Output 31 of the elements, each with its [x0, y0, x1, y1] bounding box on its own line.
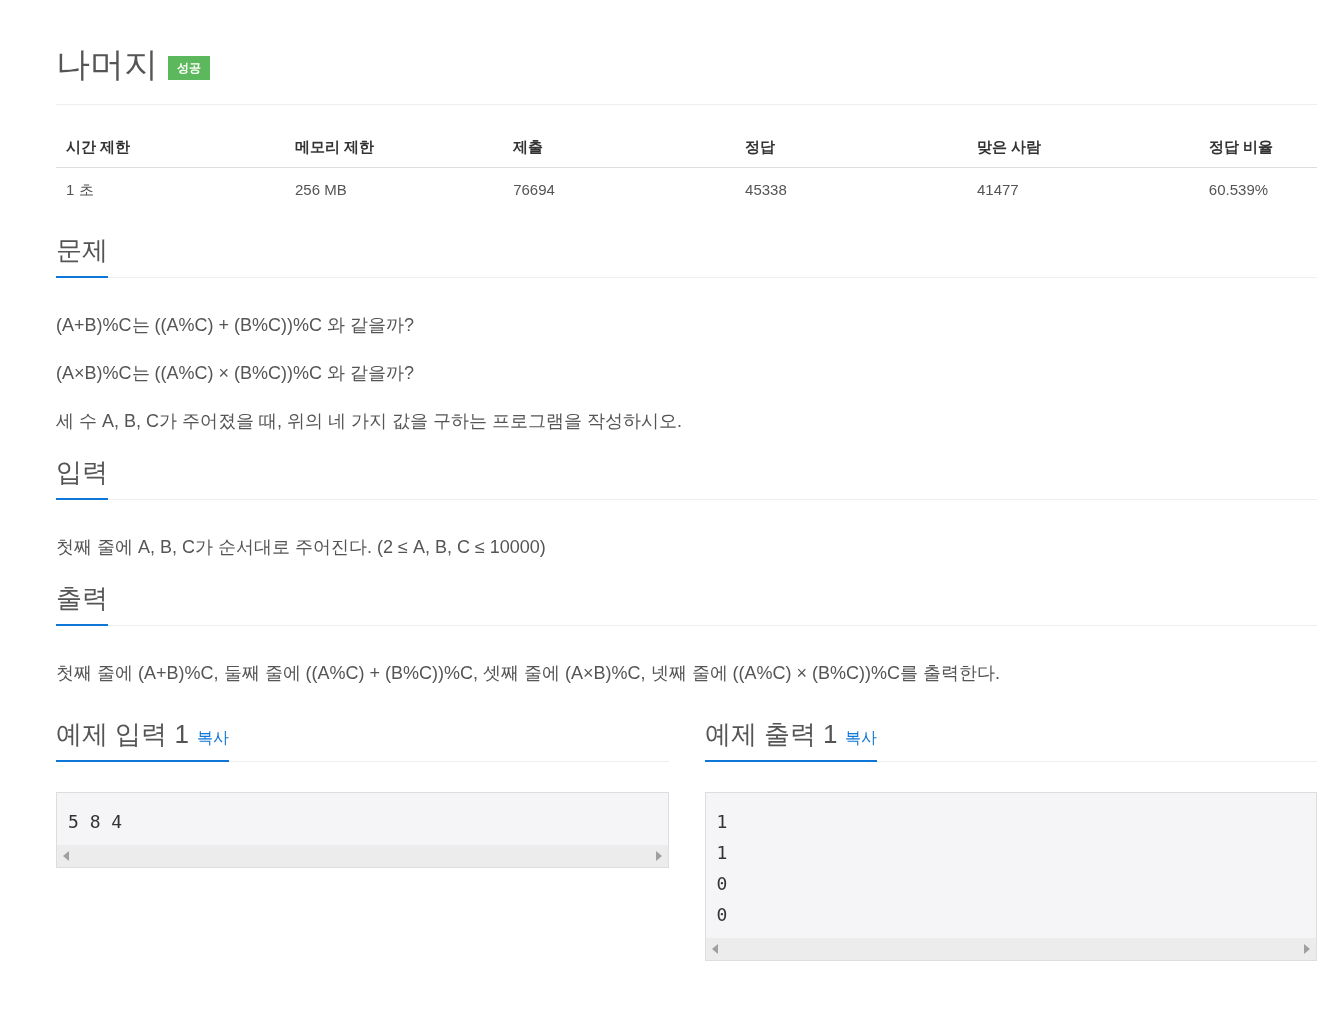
problem-text: 세 수 A, B, C가 주어졌을 때, 위의 네 가지 값을 구하는 프로그램을 작성하시오.	[56, 410, 684, 433]
section-heading: 출력	[56, 580, 108, 626]
table-cell: 1 초	[66, 181, 94, 198]
code-line: 5 8 4	[68, 810, 124, 834]
problem-text: (A+B)%C는 ((A%C) + (B%C))%C 와 같을까?	[56, 314, 416, 337]
column-header: 메모리 제한	[294, 138, 375, 155]
problem-title: 나머지	[56, 44, 158, 85]
table-cell: 45338	[745, 181, 787, 198]
code-line: 0	[716, 872, 729, 896]
column-header: 맞은 사람	[976, 138, 1042, 155]
column-header: 제출	[513, 138, 544, 155]
column-header: 정답 비율	[1208, 138, 1274, 155]
code-line: 1	[716, 810, 729, 834]
copy-link[interactable]: 복사	[845, 726, 878, 750]
copy-link[interactable]: 복사	[196, 726, 229, 750]
problem-text: (A×B)%C는 ((A%C) × (B%C))%C 와 같을까?	[56, 362, 416, 385]
table-cell: 76694	[513, 181, 555, 198]
column-header: 정답	[745, 138, 776, 155]
table-cell: 256 MB	[294, 181, 347, 198]
table-cell: 60.539%	[1208, 181, 1269, 198]
code-line: 1	[716, 841, 729, 865]
section-heading: 문제	[56, 232, 108, 278]
status-badge: 성공	[168, 56, 210, 80]
problem-text: 첫째 줄에 A, B, C가 순서대로 주어진다. (2 ≤ A, B, C ≤ 10000)	[56, 536, 547, 559]
problem-text: 첫째 줄에 (A+B)%C, 둘째 줄에 ((A%C) + (B%C))%C, 셋째 줄에 (A×B)%C, 넷째 줄에 ((A%C) × (B%C))%C를 출력한다.	[56, 662, 1002, 685]
column-header: 시간 제한	[66, 138, 131, 155]
section-heading: 예제 입력 1	[56, 718, 189, 751]
section-heading: 예제 출력 1	[704, 718, 838, 751]
section-heading: 입력	[56, 454, 108, 500]
table-cell: 41477	[976, 181, 1019, 198]
code-line: 0	[716, 903, 729, 927]
